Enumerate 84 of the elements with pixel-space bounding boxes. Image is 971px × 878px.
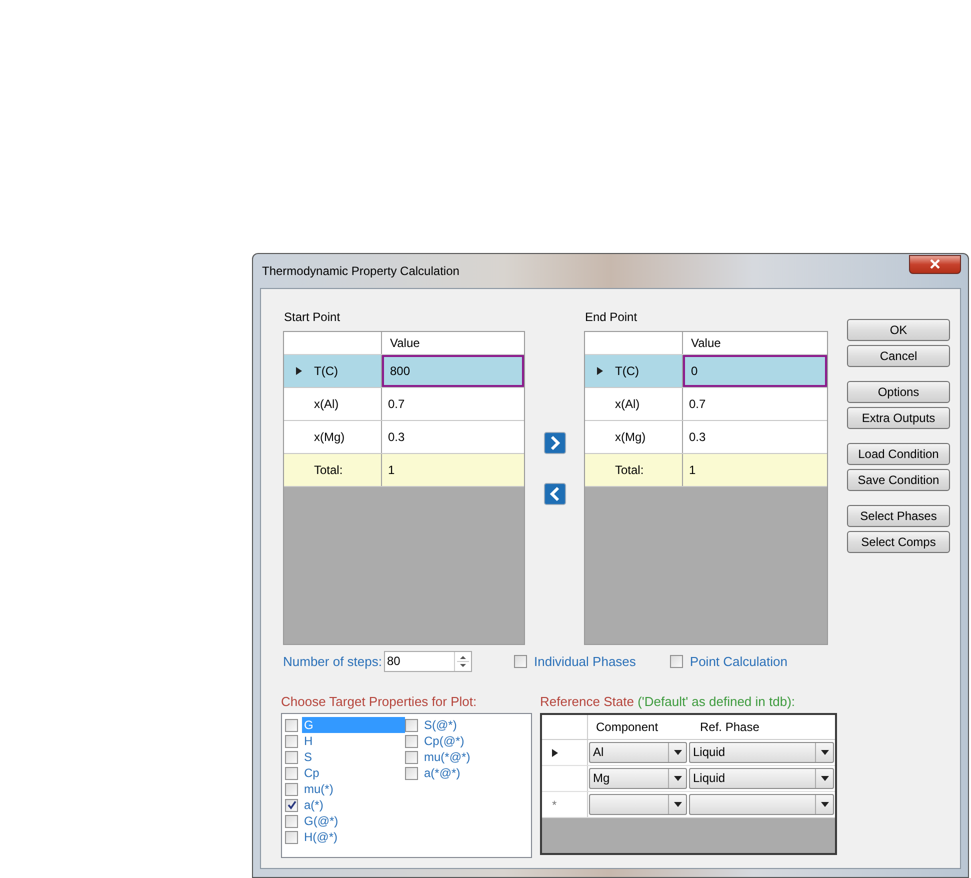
copy-right-button[interactable] — [544, 432, 566, 454]
close-button[interactable] — [909, 254, 961, 274]
value-cell[interactable]: 0.3 — [382, 421, 524, 453]
value-cell[interactable]: 1 — [683, 454, 827, 486]
dialog-button[interactable]: Extra Outputs — [847, 407, 950, 429]
dropdown-arrow-icon — [674, 776, 682, 781]
row-label: x(Mg) — [615, 430, 646, 444]
section-title: Choose Target Properties for Plot: — [281, 695, 478, 711]
row-pointer-icon — [597, 367, 603, 375]
dialog-button[interactable]: Save Condition — [847, 469, 950, 491]
close-icon — [929, 259, 941, 269]
row-label: Total: — [615, 463, 644, 477]
checkbox[interactable] — [670, 654, 683, 668]
column-header: Ref. Phase — [699, 719, 760, 736]
list-item[interactable]: mu(*@*) — [422, 749, 525, 765]
checkbox[interactable] — [285, 814, 298, 828]
checkmark-icon — [286, 800, 296, 810]
dialog-button[interactable]: Cancel — [847, 345, 950, 367]
checkbox[interactable] — [405, 766, 418, 780]
dropdown-arrow-icon — [674, 802, 682, 807]
list-item[interactable]: mu(*) — [302, 781, 405, 797]
dropdown[interactable]: Liquid — [689, 768, 834, 789]
checkbox[interactable] — [405, 718, 418, 732]
list-item[interactable]: S — [302, 749, 405, 765]
section-label: Start Point — [283, 309, 342, 326]
dropdown[interactable]: Al — [589, 742, 687, 763]
new-row-marker: * — [552, 798, 557, 812]
list-item[interactable]: G(@*) — [302, 813, 405, 829]
dialog-button[interactable]: Options — [847, 381, 950, 403]
row-pointer-icon — [296, 367, 302, 375]
dropdown[interactable]: Liquid — [689, 742, 834, 763]
copy-left-button[interactable] — [544, 483, 566, 505]
row-label: T(C) — [314, 364, 338, 378]
checkbox[interactable] — [285, 750, 298, 764]
dropdown-arrow-icon — [820, 750, 828, 755]
list-item[interactable]: H(@*) — [302, 829, 405, 845]
dropdown-arrow-icon — [674, 750, 682, 755]
list-item[interactable]: a(*) — [302, 797, 405, 813]
column-header: Value — [690, 335, 722, 352]
section-title: Reference State — [540, 695, 635, 711]
checkbox[interactable] — [285, 798, 298, 812]
dialog-button[interactable]: OK — [847, 319, 950, 341]
value-cell[interactable]: 0 — [683, 355, 827, 387]
checkbox[interactable] — [285, 830, 298, 844]
section-label: End Point — [584, 309, 638, 326]
checkbox[interactable] — [285, 766, 298, 780]
dropdown[interactable] — [689, 794, 834, 815]
row-label: x(Mg) — [314, 430, 345, 444]
dropdown[interactable] — [589, 794, 687, 815]
checkbox[interactable] — [405, 734, 418, 748]
checkbox[interactable] — [285, 734, 298, 748]
checkbox[interactable] — [514, 654, 527, 668]
column-header: Value — [389, 335, 421, 352]
dropdown[interactable]: Mg — [589, 768, 687, 789]
dialog-button[interactable]: Select Comps — [847, 531, 950, 553]
value-cell[interactable]: 0.7 — [382, 388, 524, 420]
column-header: Component — [595, 719, 660, 736]
steps-spinner[interactable]: 80 — [384, 650, 472, 672]
dialog-button[interactable]: Load Condition — [847, 443, 950, 465]
row-label: x(Al) — [615, 397, 640, 411]
checkbox[interactable] — [285, 782, 298, 796]
dropdown-arrow-icon — [820, 776, 828, 781]
list-item[interactable]: Cp — [302, 765, 405, 781]
value-cell[interactable]: 0.7 — [683, 388, 827, 420]
row-label: T(C) — [615, 364, 639, 378]
list-item[interactable]: S(@*) — [422, 717, 525, 733]
section-note: ('Default' as defined in tdb): — [638, 695, 796, 711]
field-label: Number of steps: — [283, 654, 382, 668]
checkbox-label[interactable]: Point Calculation — [690, 654, 788, 668]
row-pointer-icon — [552, 748, 558, 756]
list-item[interactable]: Cp(@*) — [422, 733, 525, 749]
dropdown-arrow-icon — [820, 802, 828, 807]
value-cell[interactable]: 1 — [382, 454, 524, 486]
list-item[interactable]: a(*@*) — [422, 765, 525, 781]
checkbox-label[interactable]: Individual Phases — [534, 654, 636, 668]
checkbox[interactable] — [405, 750, 418, 764]
row-label: Total: — [314, 463, 343, 477]
window-title: Thermodynamic Property Calculation — [261, 264, 460, 278]
value-cell[interactable]: 0.3 — [683, 421, 827, 453]
dialog-button[interactable]: Select Phases — [847, 505, 950, 527]
list-item[interactable]: H — [302, 733, 405, 749]
checkbox[interactable] — [285, 718, 298, 732]
row-label: x(Al) — [314, 397, 339, 411]
value-cell[interactable]: 800 — [382, 355, 524, 387]
